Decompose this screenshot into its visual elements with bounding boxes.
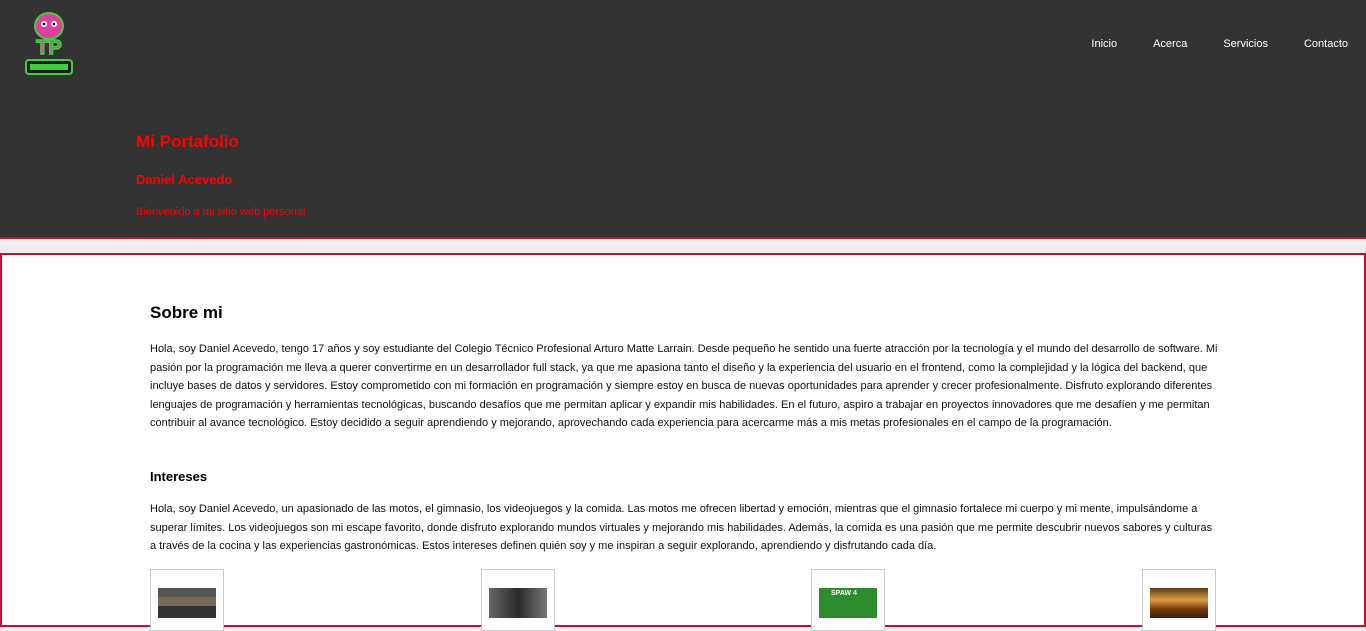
nav-link-contacto[interactable]: Contacto — [1304, 38, 1348, 50]
gym-photo-icon — [158, 588, 216, 618]
main-content: Sobre mi Hola, soy Daniel Acevedo, tengo… — [0, 253, 1366, 631]
nav-link-inicio[interactable]: Inicio — [1091, 38, 1117, 50]
main-nav: Inicio Acerca Servicios Contacto — [1055, 38, 1348, 50]
hero-name: Daniel Acevedo — [136, 172, 233, 187]
logo-text: TP — [36, 37, 62, 59]
videogame-caption: SPAW 4 — [831, 590, 857, 597]
hero-subtitle: Bienvenido a mi sitio web personal — [136, 206, 306, 218]
hero-title: Mi Portafolio — [136, 132, 239, 151]
videogame-photo-icon: SPAW 4 — [819, 588, 877, 618]
interest-card-videogame[interactable]: SPAW 4 — [811, 569, 885, 631]
interest-card-gym[interactable] — [150, 569, 224, 631]
interest-card-food[interactable] — [1142, 569, 1216, 631]
nav-link-servicios[interactable]: Servicios — [1223, 38, 1268, 50]
burger-photo-icon — [1150, 588, 1208, 618]
motorcycle-photo-icon — [489, 588, 547, 618]
interests-text: Hola, soy Daniel Acevedo, un apasionado … — [150, 503, 1213, 552]
nav-link-acerca[interactable]: Acerca — [1153, 38, 1187, 50]
tp-monster-logo-icon[interactable]: TP — [20, 8, 78, 78]
interests-title: Intereses — [150, 469, 208, 484]
about-text: Hola, soy Daniel Acevedo, tengo 17 años … — [150, 343, 1218, 429]
about-title: Sobre mi — [150, 303, 223, 322]
site-header: TP Inicio Acerca Servicios Contacto Mi P… — [0, 0, 1366, 239]
interest-card-motorcycle[interactable] — [481, 569, 555, 631]
